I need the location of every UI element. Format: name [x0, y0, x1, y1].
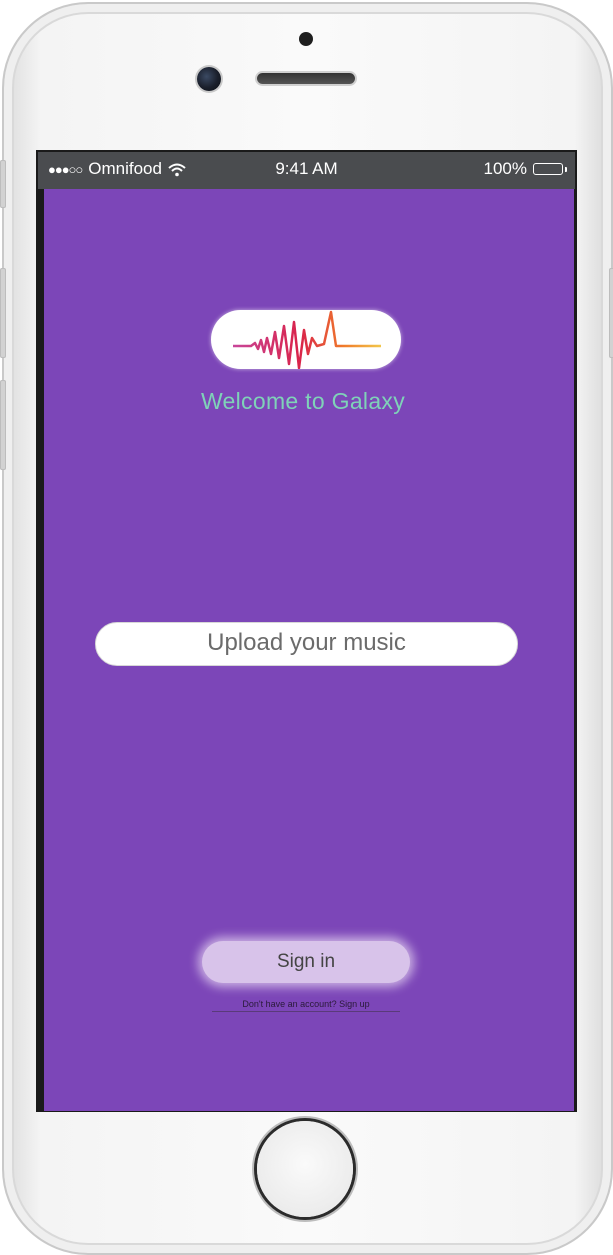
power-button: [609, 268, 613, 358]
battery-percent: 100%: [483, 159, 527, 178]
volume-up-button: [0, 268, 6, 358]
proximity-sensor: [299, 32, 313, 46]
volume-down-button: [0, 380, 6, 470]
home-button[interactable]: [257, 1121, 353, 1217]
app-screen: Welcome to Galaxy Upload your music Sign…: [44, 189, 574, 1111]
earpiece-speaker: [257, 73, 355, 84]
sign-in-button[interactable]: Sign in: [202, 941, 410, 983]
mute-switch: [0, 160, 6, 208]
clock-time: 9:41 AM: [275, 159, 338, 178]
battery-icon: [533, 163, 567, 175]
upload-music-button[interactable]: Upload your music: [95, 622, 518, 666]
sound-wave-logo-icon: [211, 310, 401, 370]
front-camera-icon: [197, 67, 221, 91]
status-bar: ●●●○○ Omnifood 9:41 AM 100%: [38, 152, 575, 189]
sign-up-link[interactable]: Don't have an account? Sign up: [212, 999, 400, 1012]
welcome-heading: Welcome to Galaxy: [200, 388, 406, 414]
